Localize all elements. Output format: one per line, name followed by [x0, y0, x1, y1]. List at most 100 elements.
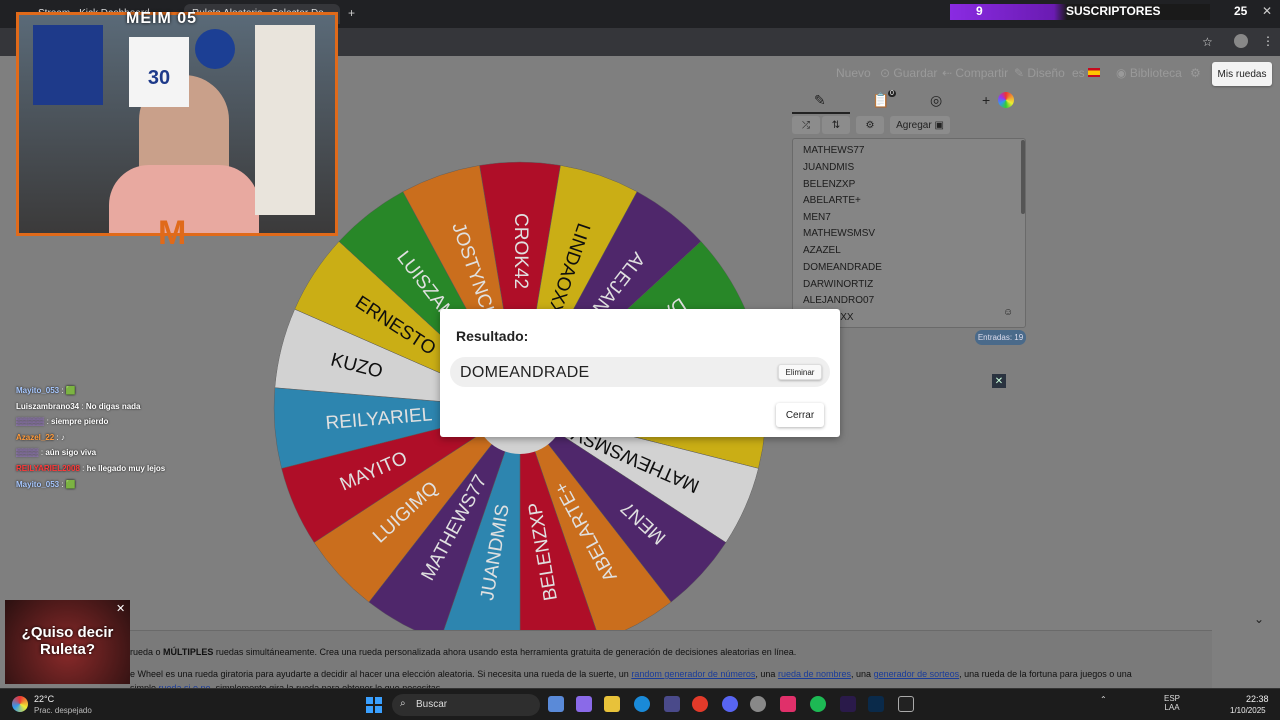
menu-dots-icon[interactable]: ⋮ — [1262, 34, 1274, 48]
chat-user: REILYARIEL2008 — [16, 464, 80, 473]
discord-icon[interactable] — [722, 696, 738, 712]
clipboard-icon[interactable]: 📋 — [872, 92, 889, 109]
close-icon[interactable]: ✕ — [116, 602, 128, 615]
start-tile — [366, 697, 373, 704]
agregar-label: Agregar — [896, 119, 932, 131]
search-label: Buscar — [416, 699, 448, 710]
chat-text: he llegado muy lejos — [86, 464, 166, 473]
info-text: e Wheel es una rueda giratoria para ayud… — [130, 669, 629, 679]
add-wheel-icon[interactable]: + — [982, 92, 990, 108]
shuffle-icon[interactable]: ⤮ — [792, 116, 820, 134]
mis-ruedas-button[interactable]: Mis ruedas — [1212, 62, 1272, 86]
hide-eye-icon[interactable]: ◎ — [930, 92, 942, 109]
nuevo-button[interactable]: Nuevo — [836, 66, 871, 80]
bookmark-star-icon[interactable]: ☆ — [1202, 35, 1213, 49]
diseno-label: Diseño — [1027, 66, 1065, 80]
chat-message: ▒▒▒▒▒ : siempre pierdo — [16, 417, 109, 426]
clock-time[interactable]: 22:38 — [1246, 694, 1269, 704]
weather-temp: 22°C — [34, 694, 55, 704]
entry-item: MATHEWSMSV — [803, 228, 876, 239]
info-text: , una — [851, 669, 872, 679]
entry-item: DOMEANDRADE — [803, 262, 882, 273]
diseno-button[interactable]: ✎ Diseño — [1014, 66, 1065, 80]
subs-label: SUSCRIPTORES — [1066, 4, 1161, 18]
search-icon: ⌕ — [400, 698, 406, 709]
chat-user: Luiszambrano34 — [16, 402, 80, 411]
cerrar-button[interactable]: Cerrar — [776, 403, 824, 427]
agregar-imagen-button[interactable]: Agregar ▣ — [890, 116, 950, 134]
redbull-cap — [195, 29, 235, 69]
channel-logo-icon: M — [158, 214, 187, 252]
info-line-2: e Wheel es una rueda giratoria para ayud… — [130, 669, 1132, 679]
jersey-picture — [33, 25, 103, 105]
edge-icon[interactable] — [634, 696, 650, 712]
taskbar: 22°C Prac. despejado ⌕ Buscar ⌃ ESP LAA 2… — [0, 688, 1280, 720]
tray-chevron-icon[interactable]: ⌃ — [1100, 695, 1107, 704]
link-rueda-nombres[interactable]: rueda de nombres — [778, 669, 851, 679]
chrome-icon[interactable] — [692, 696, 708, 712]
result-dialog: Resultado: DOMEANDRADE Eliminar Cerrar — [440, 309, 840, 437]
info-line-1: rueda o MÚLTIPLES ruedas simultáneamente… — [130, 647, 796, 657]
close-box-icon[interactable]: ✕ — [992, 374, 1006, 388]
start-tile — [366, 706, 373, 713]
chat-user: ▒▒▒▒▒ — [16, 417, 45, 426]
entry-item: DARWINORTIZ — [803, 279, 874, 290]
lang-bottom: LAA — [1164, 703, 1180, 712]
profile-avatar[interactable] — [1234, 34, 1248, 48]
chat-user: ▒▒▒▒ — [16, 448, 39, 457]
start-button[interactable] — [366, 697, 382, 713]
spotify-icon[interactable] — [810, 696, 826, 712]
compartir-button[interactable]: ⇠ Compartir — [942, 66, 1008, 80]
app-icon[interactable] — [750, 696, 766, 712]
store-icon[interactable] — [664, 696, 680, 712]
taskbar-search[interactable]: ⌕ Buscar — [392, 694, 540, 716]
file-explorer-icon[interactable] — [604, 696, 620, 712]
clock-date[interactable]: 1/10/2025 — [1230, 706, 1266, 715]
guardar-button[interactable]: ⊙ Guardar — [880, 66, 937, 80]
weather-icon — [12, 696, 28, 712]
chat-text: siempre pierdo — [51, 417, 109, 426]
sort-icon[interactable]: ⇅ — [822, 116, 850, 134]
active-tab-indicator — [792, 112, 850, 114]
close-window-button[interactable]: ✕ — [1262, 4, 1272, 18]
biblioteca-button[interactable]: ◉ Biblioteca — [1116, 66, 1182, 80]
info-text: ruedas simultáneamente. Crea una rueda p… — [215, 647, 797, 657]
info-bold: MÚLTIPLES — [163, 647, 214, 657]
entry-item: MATHEWS77 — [803, 145, 865, 156]
subs-count: 9 — [976, 4, 983, 18]
spain-flag-icon — [1088, 68, 1101, 77]
chat-message: Mayito_053 : 🟩 — [16, 386, 76, 395]
premiere-icon[interactable] — [840, 696, 856, 712]
language-selector[interactable]: es — [1072, 66, 1101, 80]
info-text: rueda o — [130, 647, 161, 657]
entry-item: MEN7 — [803, 212, 831, 223]
entries-textarea[interactable]: MATHEWS77 JUANDMIS BELENZXP ABELARTE+ ME… — [792, 138, 1026, 328]
edit-pencil-icon[interactable]: ✎ — [814, 92, 826, 109]
new-tab-button[interactable]: + — [344, 4, 364, 24]
link-generador-sorteos[interactable]: generador de sorteos — [874, 669, 960, 679]
settings-icon[interactable]: ⚙ — [856, 116, 884, 134]
copilot-icon[interactable] — [576, 696, 592, 712]
results-badge: 0 — [888, 90, 896, 97]
task-view-icon[interactable] — [548, 696, 564, 712]
weather-desc: Prac. despejado — [34, 706, 92, 715]
result-name: DOMEANDRADE — [460, 364, 590, 381]
chat-message: Luiszambrano34 : No digas nada — [16, 402, 141, 411]
settings-gear-icon[interactable]: ⚙ — [1190, 66, 1201, 80]
entries-scrollbar[interactable] — [1021, 140, 1025, 214]
eliminar-button[interactable]: Eliminar — [778, 364, 822, 380]
chat-user: Azazel_22 — [16, 433, 55, 442]
quiso-decir-overlay: ¿Quiso decir Ruleta? — [5, 600, 130, 684]
language-indicator[interactable]: ESP LAA — [1164, 694, 1180, 712]
capcut-icon[interactable] — [780, 696, 796, 712]
photoshop-icon[interactable] — [868, 696, 884, 712]
chevron-down-icon[interactable]: ⌄ — [1254, 612, 1264, 626]
language-label: es — [1072, 66, 1085, 80]
dialog-title: Resultado: — [456, 328, 529, 344]
link-generador-numeros[interactable]: random generador de números — [631, 669, 755, 679]
emoji-icon[interactable]: ☺ — [1003, 307, 1013, 318]
subs-goal: 25 — [1234, 4, 1248, 18]
color-wheel-icon[interactable] — [998, 92, 1014, 108]
capcut-app-icon[interactable] — [898, 696, 914, 712]
chat-message: REILYARIEL2008 : he llegado muy lejos — [16, 464, 166, 473]
